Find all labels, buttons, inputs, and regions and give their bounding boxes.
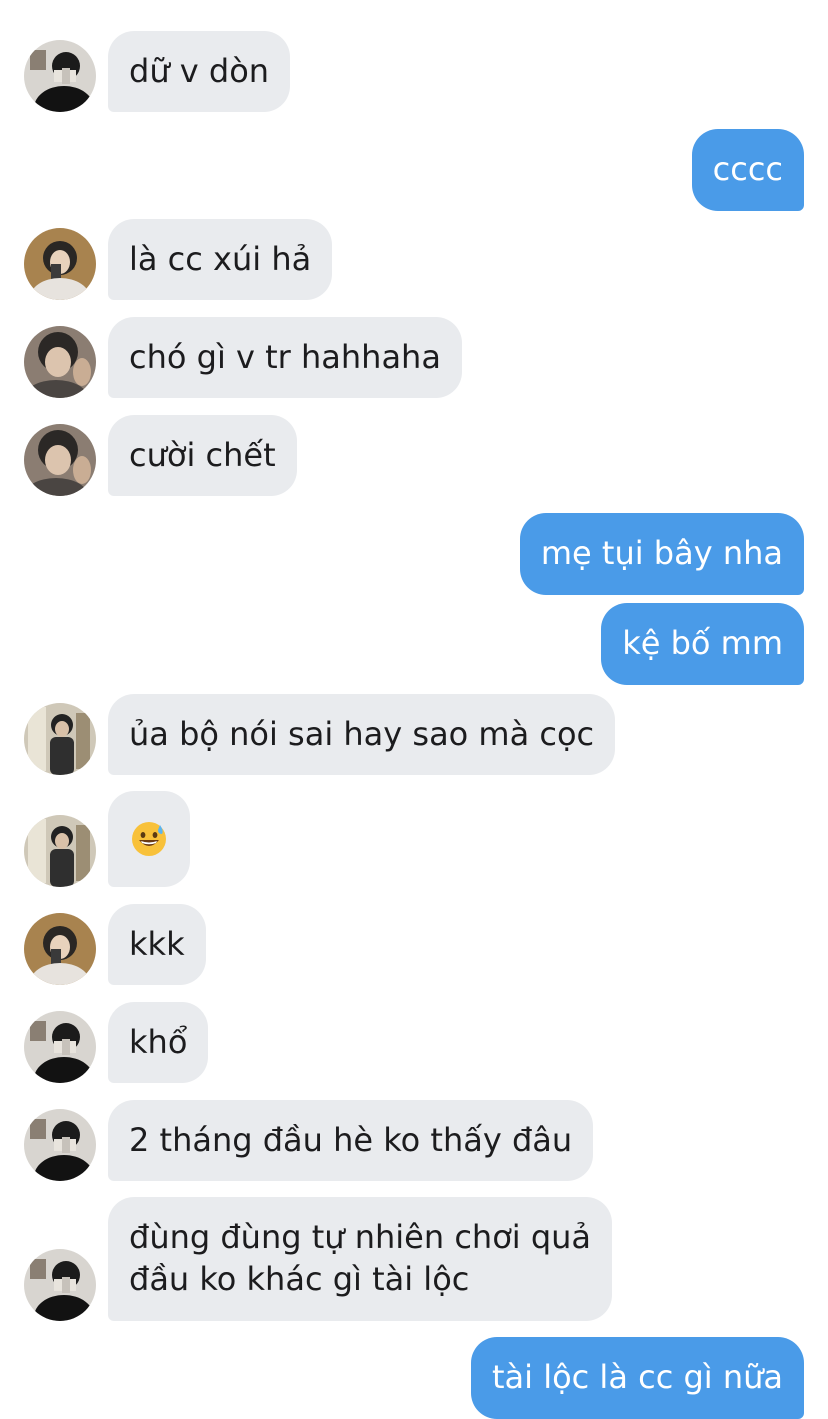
avatar-a-photo <box>24 1109 96 1181</box>
incoming-message-bubble[interactable]: kkk <box>108 904 206 985</box>
sender-avatar[interactable] <box>24 703 96 775</box>
incoming-message-bubble[interactable]: chó gì v tr hahhaha <box>108 317 462 398</box>
sender-avatar[interactable] <box>24 913 96 985</box>
grinning-face-with-sweat-emoji <box>132 822 166 856</box>
avatar-c-photo <box>24 424 96 496</box>
sender-avatar[interactable] <box>24 1011 96 1083</box>
incoming-message-bubble[interactable]: ủa bộ nói sai hay sao mà cọc <box>108 694 616 775</box>
sender-avatar[interactable] <box>24 815 96 887</box>
avatar-b-photo <box>24 913 96 985</box>
sender-avatar[interactable] <box>24 40 96 112</box>
outgoing-message-bubble[interactable]: cccc <box>691 129 804 211</box>
incoming-message-bubble[interactable] <box>108 791 190 887</box>
message-text-line: đầu ko khác gì tài lộc <box>129 1260 470 1298</box>
outgoing-message-bubble[interactable]: mẹ tụi bây nha <box>519 513 804 595</box>
incoming-message-bubble[interactable]: 2 tháng đầu hè ko thấy đâu <box>108 1100 594 1181</box>
outgoing-message-bubble[interactable]: tài lộc là cc gì nữa <box>470 1337 804 1419</box>
avatar-a-photo <box>24 1249 96 1321</box>
sender-avatar[interactable] <box>24 326 96 398</box>
incoming-message-bubble[interactable]: cười chết <box>108 415 297 496</box>
outgoing-message-bubble[interactable]: kệ bố mm <box>601 603 804 685</box>
avatar-d-photo <box>24 703 96 775</box>
incoming-message-bubble[interactable]: khổ <box>108 1002 209 1083</box>
avatar-b-photo <box>24 228 96 300</box>
avatar-a-photo <box>24 40 96 112</box>
message-text-line: đùng đùng tự nhiên chơi quả <box>129 1218 592 1256</box>
incoming-message-bubble[interactable]: dữ v dòn <box>108 31 291 112</box>
sender-avatar[interactable] <box>24 1249 96 1321</box>
avatar-d-photo <box>24 815 96 887</box>
avatar-a-photo <box>24 1011 96 1083</box>
sender-avatar[interactable] <box>24 424 96 496</box>
sender-avatar[interactable] <box>24 1109 96 1181</box>
sender-avatar[interactable] <box>24 228 96 300</box>
avatar-c-photo <box>24 326 96 398</box>
incoming-message-bubble[interactable]: là cc xúi hả <box>108 219 333 300</box>
incoming-message-bubble[interactable]: đùng đùng tự nhiên chơi quả đầu ko khác … <box>108 1197 613 1321</box>
